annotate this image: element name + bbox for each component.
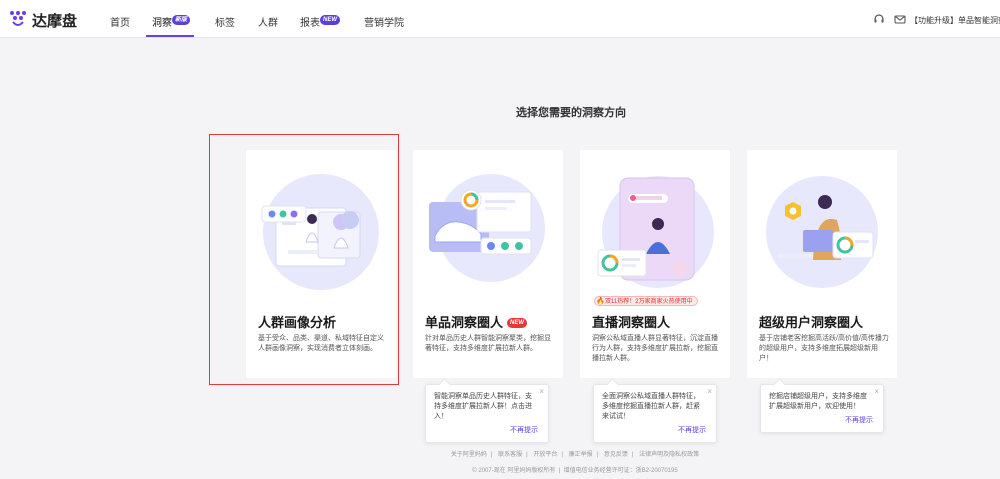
close-icon[interactable]: ×: [874, 387, 879, 397]
nav-insight-badge: 新版: [172, 15, 191, 25]
footer-link-about[interactable]: 关于阿里妈妈: [451, 452, 487, 458]
card-live-insight[interactable]: 🔥 双11热荐！2万家商家火热使用中 直播洞察圈人 洞察公私域直播人群显著特征，沉…: [580, 150, 730, 378]
nav-reports-badge: NEW: [320, 15, 340, 25]
new-badge: NEW: [507, 318, 528, 328]
selection-highlight-frame: [209, 134, 399, 385]
tip-single-item: × 智能洞察单品历史人群特征，支持多维度扩展拉新人群！点击进入！ 不再提示: [425, 384, 549, 443]
card-description: 洞察公私域直播人群显著特征，沉淀直播行为人群，支持多维度扩展拉新，挖掘直播拉新人…: [592, 335, 718, 362]
brand-name[interactable]: 达摩盘: [32, 10, 77, 31]
tip-super-user: × 挖掘店铺超级用户，支持多维度扩展超级新用户，欢迎使用！ 不再提示: [760, 384, 884, 433]
flame-icon: 🔥: [596, 298, 605, 305]
tip-live: × 全面洞察公私域直播人群特征，多维度挖掘直播拉新人群，赶紧来试试！ 不再提示: [593, 384, 717, 443]
nav-active-indicator: [146, 35, 194, 37]
nav-marketing-academy[interactable]: 营销学院: [364, 14, 404, 29]
nav-reports[interactable]: 报表: [300, 14, 320, 29]
nav-audience[interactable]: 人群: [258, 14, 278, 29]
tip-text: 挖掘店铺超级用户，支持多维度扩展超级新用户，欢迎使用！: [769, 393, 867, 410]
dismiss-tip-link[interactable]: 不再提示: [769, 416, 873, 426]
dismiss-tip-link[interactable]: 不再提示: [602, 426, 706, 436]
card-title: 超级用户洞察圈人: [759, 315, 864, 330]
section-title: 选择您需要的洞察方向: [516, 107, 626, 119]
hot-recommend-tag: 🔥 双11热荐！2万家商家火热使用中: [594, 296, 698, 306]
footer-link-feedback[interactable]: 意见反馈: [604, 452, 628, 458]
single-item-illustration: [429, 174, 545, 282]
footer-link-report[interactable]: 廉正举报: [569, 452, 593, 458]
nav-tags[interactable]: 标签: [215, 14, 235, 29]
super-user-illustration: [766, 176, 878, 288]
headset-icon[interactable]: [873, 13, 885, 25]
footer-link-open-platform[interactable]: 开放平台: [533, 452, 557, 458]
footer-copyright: © 2007-现在 阿里妈妈版权所有 | 增值电信业务经营许可证：浙B2-200…: [472, 468, 678, 474]
footer-link-legal[interactable]: 法律声明及隐私权政策: [639, 452, 699, 458]
card-single-item-insight[interactable]: 单品洞察圈人 NEW 针对单品历史人群智能洞察聚类，挖掘显著特征，支持多维度扩展拉…: [413, 150, 563, 378]
live-stream-illustration: [597, 176, 714, 288]
top-navigation: 达摩盘 首页 洞察 新版 标签 人群 报表 NEW 营销学院 【功能升级】单品智…: [0, 0, 1000, 38]
footer-links: 关于阿里妈妈 | 联系客服 | 开放平台 | 廉正举报 | 意见反馈 | 法律声明及隐私权…: [450, 452, 700, 458]
mail-icon[interactable]: [894, 13, 906, 25]
copyright-text: © 2007-现在 阿里妈妈版权所有: [472, 468, 556, 474]
footer-link-service[interactable]: 联系客服: [498, 452, 522, 458]
icp-license[interactable]: 增值电信业务经营许可证：浙B2-20070195: [564, 468, 678, 474]
nav-home[interactable]: 首页: [110, 14, 130, 29]
card-title: 单品洞察圈人 NEW: [425, 312, 528, 331]
tip-text: 全面洞察公私域直播人群特征，多维度挖掘直播拉新人群，赶紧来试试！: [602, 393, 700, 420]
dismiss-tip-link[interactable]: 不再提示: [434, 426, 538, 436]
close-icon[interactable]: ×: [539, 387, 544, 397]
card-super-user-insight[interactable]: 超级用户洞察圈人 基于店铺老客挖掘高活跃/高价值/高传播力的超级用户，支持多维度…: [747, 150, 897, 378]
nav-insight[interactable]: 洞察: [152, 14, 172, 29]
card-title: 直播洞察圈人: [592, 315, 671, 330]
feature-upgrade-notice[interactable]: 【功能升级】单品智能洞察: [910, 15, 1000, 26]
card-description: 基于店铺老客挖掘高活跃/高价值/高传播力的超级用户，支持多维度拓展超级新用户！: [759, 335, 889, 362]
card-description: 针对单品历史人群智能洞察聚类，挖掘显著特征，支持多维度扩展拉新人群。: [425, 335, 551, 352]
tip-text: 智能洞察单品历史人群特征，支持多维度扩展拉新人群！点击进入！: [434, 393, 532, 420]
logo-icon[interactable]: [8, 9, 28, 29]
close-icon[interactable]: ×: [707, 387, 712, 397]
